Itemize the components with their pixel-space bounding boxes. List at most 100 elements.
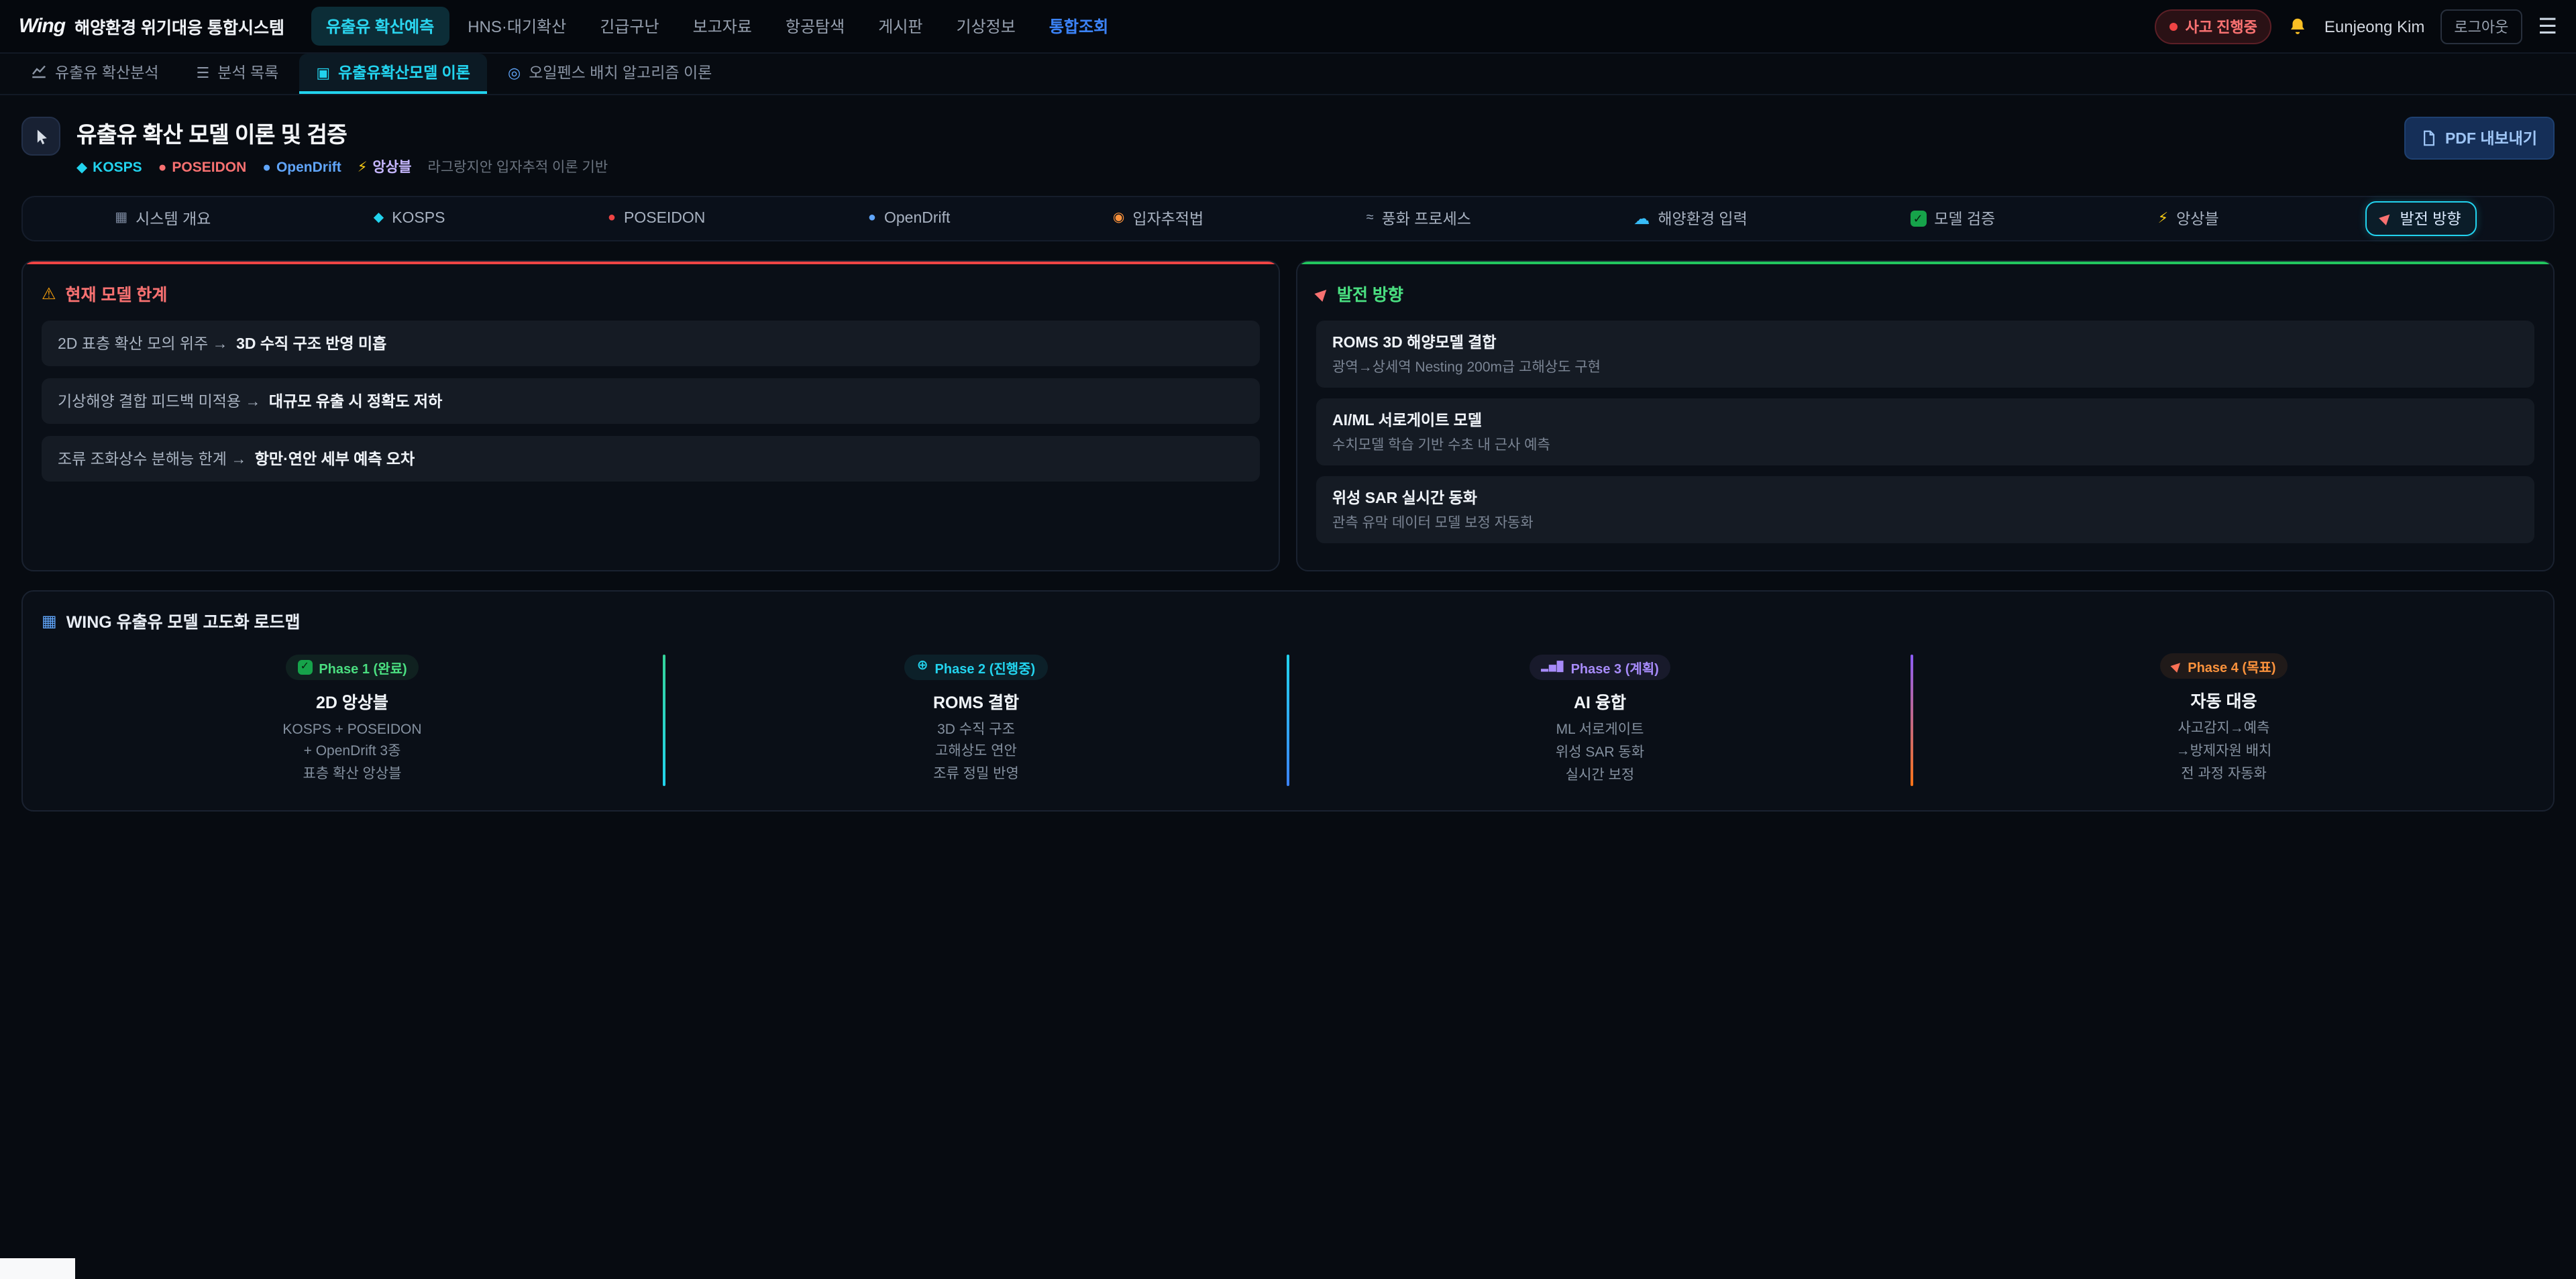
rocket-icon: ▶ xyxy=(2378,210,2395,227)
phase-column-4: ▶Phase 4 (목표) 자동 대응 사고감지→예측 →방제자원 배치 전 과… xyxy=(1913,649,2534,792)
phase-line: 사고감지→예측 xyxy=(1921,718,2526,740)
phase-badge-label: Phase 2 (진행중) xyxy=(935,657,1036,677)
menu-icon[interactable]: ☰ xyxy=(2538,13,2557,40)
roadmap-title: ▦ WING 유출유 모델 고도화 로드맵 xyxy=(42,608,2534,633)
phase-line: + OpenDrift 3종 xyxy=(50,741,655,764)
nav-item-emergency-rescue[interactable]: 긴급구난 xyxy=(585,7,674,46)
lightning-icon: ⚡ xyxy=(2158,211,2168,226)
snav-future-direction[interactable]: ▶발전 방향 xyxy=(2365,201,2477,236)
nav-item-reports[interactable]: 보고자료 xyxy=(678,7,767,46)
snav-label: 입자추적법 xyxy=(1132,208,1203,229)
rocket-icon: ▶ xyxy=(1311,283,1332,303)
primary-nav: 유출유 확산예측 HNS·대기확산 긴급구난 보고자료 항공탐색 게시판 기상정… xyxy=(311,7,1123,46)
incident-status-badge[interactable]: 사고 진행중 xyxy=(2155,9,2272,44)
tab-oil-spill-analysis[interactable]: 유출유 확산분석 xyxy=(13,54,176,94)
phase-title: 자동 대응 xyxy=(1921,687,2526,712)
phase-line: 표층 확산 앙상블 xyxy=(50,763,655,786)
main-content: 유출유 확산 모델 이론 및 검증 ◆KOSPS ●POSEIDON ●Open… xyxy=(0,95,2576,812)
sub-tab-bar: 유출유 확산분석 ☰ 분석 목록 ▣ 유출유확산모델 이론 ◎ 오일펜스 배치 … xyxy=(0,54,2576,95)
grid-icon: ▦ xyxy=(115,212,127,225)
chart-icon xyxy=(31,62,47,82)
page-title: 유출유 확산 모델 이론 및 검증 xyxy=(76,117,608,149)
check-icon: ✓ xyxy=(297,659,312,674)
snav-label: 해양환경 입력 xyxy=(1658,208,1747,229)
wave-icon: ≈ xyxy=(1366,212,1374,225)
snav-label: 앙상블 xyxy=(2176,208,2219,229)
cursor-icon xyxy=(21,117,60,156)
snav-model-validation[interactable]: ✓모델 검증 xyxy=(1894,201,2011,236)
limitation-item: 2D 표층 확산 모의 위주 → 3D 수직 구조 반영 미흡 xyxy=(42,321,1260,366)
bell-icon[interactable] xyxy=(2288,16,2308,36)
phase-badge-label: Phase 4 (목표) xyxy=(2188,656,2275,676)
tab-label: 유출유확산모델 이론 xyxy=(338,62,470,83)
improvement-item: AI/ML 서로게이트 모델 수치모델 학습 기반 수초 내 근사 예측 xyxy=(1316,398,2534,465)
logout-button[interactable]: 로그아웃 xyxy=(2440,9,2522,44)
nav-item-aerial-search[interactable]: 항공탐색 xyxy=(771,7,859,46)
phase-title: AI 융합 xyxy=(1297,688,1902,714)
phase-column-1: ✓Phase 1 (완료) 2D 앙상블 KOSPS + POSEIDON + … xyxy=(42,649,663,792)
target-icon: ◉ xyxy=(1113,212,1124,225)
topnav-right: 사고 진행중 Eunjeong Kim 로그아웃 ☰ xyxy=(2155,9,2557,44)
snav-label: 시스템 개요 xyxy=(136,208,211,229)
title-wrap: 유출유 확산 모델 이론 및 검증 ◆KOSPS ●POSEIDON ●Open… xyxy=(76,117,608,177)
future-panel-title: ▶ 발전 방향 xyxy=(1316,280,2534,306)
nav-item-board[interactable]: 게시판 xyxy=(863,7,937,46)
cloud-icon: ☁ xyxy=(1633,211,1650,227)
roadmap-panel: ▦ WING 유출유 모델 고도화 로드맵 ✓Phase 1 (완료) 2D 앙… xyxy=(21,590,2555,812)
pdf-export-button[interactable]: PDF 내보내기 xyxy=(2405,117,2555,160)
future-title-text: 발전 방향 xyxy=(1337,280,1403,306)
badge-kosps: ◆KOSPS xyxy=(76,159,142,175)
tab-spill-model-theory[interactable]: ▣ 유출유확산모델 이론 xyxy=(299,54,488,94)
roadmap-title-text: WING 유출유 모델 고도화 로드맵 xyxy=(66,608,301,633)
rocket-icon: ▶ xyxy=(2169,659,2184,674)
tab-label: 오일펜스 배치 알고리즘 이론 xyxy=(529,62,712,83)
snav-label: KOSPS xyxy=(392,211,445,227)
snav-label: OpenDrift xyxy=(884,211,950,227)
nav-item-weather-info[interactable]: 기상정보 xyxy=(942,7,1030,46)
dot-icon: ● xyxy=(868,212,876,225)
future-direction-panel: ▶ 발전 방향 ROMS 3D 해양모델 결합 광역→상세역 Nesting 2… xyxy=(1296,260,2555,571)
dot-icon: ● xyxy=(608,212,616,225)
snav-ensemble[interactable]: ⚡ 앙상블 xyxy=(2142,201,2235,236)
phase-column-2: ⊕Phase 2 (진행중) ROMS 결합 3D 수직 구조 고해상도 연안 … xyxy=(665,649,1287,792)
snav-system-overview[interactable]: ▦ 시스템 개요 xyxy=(99,201,227,236)
bar-chart-icon: ▂▅█ xyxy=(1541,663,1564,672)
list-icon: ☰ xyxy=(197,64,210,81)
tab-analysis-list[interactable]: ☰ 분석 목록 xyxy=(179,54,297,94)
document-icon xyxy=(2422,130,2437,146)
nav-item-oil-spill-prediction[interactable]: 유출유 확산예측 xyxy=(311,7,449,46)
tab-label: 유출유 확산분석 xyxy=(55,62,159,83)
nav-item-integrated-search[interactable]: 통합조회 xyxy=(1034,7,1123,46)
tab-label: 분석 목록 xyxy=(217,62,278,83)
panel-row: ⚠ 현재 모델 한계 2D 표층 확산 모의 위주 → 3D 수직 구조 반영 … xyxy=(21,260,2555,571)
phase-line: 조류 정밀 반영 xyxy=(674,763,1279,786)
browser-status-artifact xyxy=(0,1258,75,1279)
snav-particle-tracking[interactable]: ◉ 입자추적법 xyxy=(1097,201,1220,236)
snav-ocean-env-input[interactable]: ☁ 해양환경 입력 xyxy=(1617,201,1763,236)
integration-icon: ⊕ xyxy=(917,660,928,673)
phase-title: 2D 앙상블 xyxy=(50,687,655,713)
badge-ensemble: ⚡앙상블 xyxy=(358,157,412,177)
snav-kosps[interactable]: ◆KOSPS xyxy=(358,204,462,233)
snav-label: 모델 검증 xyxy=(1934,208,1995,229)
model-badge-row: ◆KOSPS ●POSEIDON ●OpenDrift ⚡앙상블 라그랑지안 입… xyxy=(76,157,608,177)
section-nav: ▦ 시스템 개요 ◆KOSPS ●POSEIDON ● OpenDrift ◉ 입자추… xyxy=(21,196,2555,241)
warning-icon: ⚠ xyxy=(42,284,56,302)
snav-weathering-process[interactable]: ≈ 풍화 프로세스 xyxy=(1350,201,1487,236)
snav-poseidon[interactable]: ●POSEIDON xyxy=(592,204,722,233)
phase-line: KOSPS + POSEIDON xyxy=(50,718,655,741)
phase-line: 위성 SAR 동화 xyxy=(1297,742,1902,765)
phase-column-3: ▂▅█ Phase 3 (계획) AI 융합 ML 서로게이트 위성 SAR 동화… xyxy=(1289,649,1911,792)
limitation-item: 조류 조화상수 분해능 한계 → 항만·연안 세부 예측 오차 xyxy=(42,436,1260,482)
phase-badge-label: Phase 3 (계획) xyxy=(1571,657,1659,677)
phase-line: ML 서로게이트 xyxy=(1297,719,1902,742)
brand[interactable]: Wing 해양환경 위기대응 통합시스템 xyxy=(19,13,284,39)
snav-label: 풍화 프로세스 xyxy=(1382,208,1471,229)
current-model-limits-panel: ⚠ 현재 모델 한계 2D 표층 확산 모의 위주 → 3D 수직 구조 반영 … xyxy=(21,260,1280,571)
app-root: Wing 해양환경 위기대응 통합시스템 유출유 확산예측 HNS·대기확산 긴… xyxy=(0,0,2576,1279)
phase-line: →방제자원 배치 xyxy=(1921,740,2526,763)
nav-item-hns-atmospheric[interactable]: HNS·대기확산 xyxy=(453,7,581,46)
limits-panel-title: ⚠ 현재 모델 한계 xyxy=(42,280,1260,306)
tab-oil-fence-algorithm[interactable]: ◎ 오일펜스 배치 알고리즘 이론 xyxy=(490,54,729,94)
snav-opendrift[interactable]: ● OpenDrift xyxy=(852,204,967,233)
